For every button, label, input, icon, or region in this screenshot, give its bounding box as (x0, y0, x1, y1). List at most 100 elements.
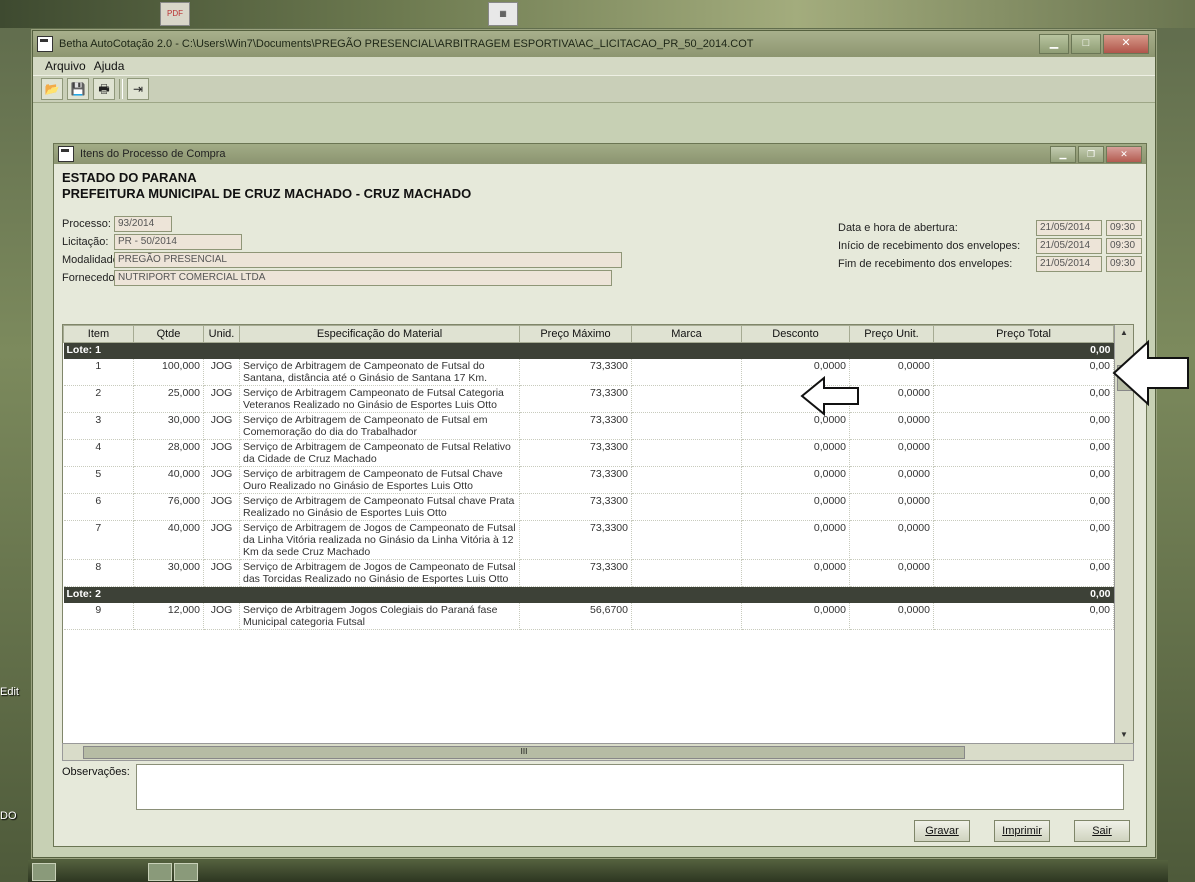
cell-max[interactable]: 73,3300 (519, 412, 632, 440)
cell-qtde[interactable]: 76,000 (133, 493, 204, 521)
cell-total[interactable]: 0,00 (933, 385, 1114, 413)
print-icon[interactable]: 🖶 (93, 78, 115, 100)
cell-marca[interactable] (631, 466, 742, 494)
cell-total[interactable]: 0,00 (933, 439, 1114, 467)
cell-desc[interactable]: 0,0000 (741, 493, 850, 521)
cell-unid[interactable]: JOG (203, 493, 240, 521)
col-preco-total[interactable]: Preço Total (933, 325, 1114, 343)
cell-item[interactable]: 6 (63, 493, 134, 521)
cell-unit[interactable]: 0,0000 (849, 412, 934, 440)
cell-desc[interactable]: 0,0000 (741, 559, 850, 587)
cell-total[interactable]: 0,00 (933, 520, 1114, 560)
cell-total[interactable]: 0,00 (933, 359, 1114, 386)
cell-unit[interactable]: 0,0000 (849, 520, 934, 560)
menu-ajuda[interactable]: Ajuda (94, 59, 125, 73)
cell-unid[interactable]: JOG (203, 412, 240, 440)
items-grid[interactable]: Item Qtde Unid. Especificação do Materia… (62, 324, 1134, 744)
cell-esp[interactable]: Serviço de Arbitragem Jogos Colegiais do… (239, 603, 520, 630)
lote-2-row[interactable]: Lote: 2 0,00 (63, 586, 1114, 603)
cell-desc[interactable]: 0,0000 (741, 439, 850, 467)
child-minimize-button[interactable]: ▁ (1050, 146, 1076, 163)
cell-item[interactable]: 8 (63, 559, 134, 587)
child-restore-button[interactable]: ❐ (1078, 146, 1104, 163)
cell-unit[interactable]: 0,0000 (849, 493, 934, 521)
grid-horizontal-scrollbar[interactable]: III (62, 743, 1134, 761)
cell-qtde[interactable]: 30,000 (133, 412, 204, 440)
cell-qtde[interactable]: 28,000 (133, 439, 204, 467)
cell-unid[interactable]: JOG (203, 603, 240, 630)
cell-item[interactable]: 9 (63, 603, 134, 630)
table-row[interactable]: 4 28,000 JOG Serviço de Arbitragem de Campe… (63, 439, 1114, 467)
cell-unid[interactable]: JOG (203, 385, 240, 413)
exit-door-icon[interactable]: ⇥ (127, 78, 149, 100)
gravar-button[interactable]: Gravar (914, 820, 970, 842)
cell-marca[interactable] (631, 520, 742, 560)
cell-max[interactable]: 73,3300 (519, 466, 632, 494)
col-preco-unit[interactable]: Preço Unit. (849, 325, 934, 343)
cell-item[interactable]: 1 (63, 359, 134, 386)
cell-unid[interactable]: JOG (203, 439, 240, 467)
col-desconto[interactable]: Desconto (741, 325, 850, 343)
cell-esp[interactable]: Serviço de Arbitragem de Campeonato Futs… (239, 493, 520, 521)
taskbar-button-1[interactable] (32, 863, 56, 881)
sair-button[interactable]: Sair (1074, 820, 1130, 842)
menu-arquivo[interactable]: Arquivo (45, 59, 86, 73)
col-marca[interactable]: Marca (631, 325, 742, 343)
cell-qtde[interactable]: 30,000 (133, 559, 204, 587)
maximize-button[interactable]: □ (1071, 34, 1101, 54)
save-icon[interactable]: 💾 (67, 78, 89, 100)
cell-desc[interactable]: 0,0000 (741, 412, 850, 440)
scroll-down-arrow-icon[interactable]: ▼ (1115, 727, 1133, 743)
cell-item[interactable]: 4 (63, 439, 134, 467)
col-preco-maximo[interactable]: Preço Máximo (519, 325, 632, 343)
cell-desc[interactable]: 0,0000 (741, 603, 850, 630)
table-row[interactable]: 9 12,000 JOG Serviço de Arbitragem Jogos Co… (63, 603, 1114, 630)
lote-1-row[interactable]: Lote: 1 0,00 (63, 342, 1114, 359)
cell-marca[interactable] (631, 493, 742, 521)
cell-max[interactable]: 73,3300 (519, 493, 632, 521)
cell-marca[interactable] (631, 359, 742, 386)
cell-esp[interactable]: Serviço de Arbitragem de Jogos de Campeo… (239, 559, 520, 587)
imprimir-button[interactable]: Imprimir (994, 820, 1050, 842)
cell-item[interactable]: 7 (63, 520, 134, 560)
cell-unid[interactable]: JOG (203, 520, 240, 560)
minimize-button[interactable]: ▁ (1039, 34, 1069, 54)
cell-max[interactable]: 73,3300 (519, 385, 632, 413)
cell-qtde[interactable]: 100,000 (133, 359, 204, 386)
cell-qtde[interactable]: 12,000 (133, 603, 204, 630)
cell-unid[interactable]: JOG (203, 466, 240, 494)
taskbar-button-2[interactable] (148, 863, 172, 881)
cell-esp[interactable]: Serviço de Arbitragem de Campeonato de F… (239, 359, 520, 386)
cell-unit[interactable]: 0,0000 (849, 359, 934, 386)
cell-unid[interactable]: JOG (203, 359, 240, 386)
cell-marca[interactable] (631, 603, 742, 630)
cell-item[interactable]: 5 (63, 466, 134, 494)
col-especificacao[interactable]: Especificação do Material (239, 325, 520, 343)
cell-qtde[interactable]: 40,000 (133, 466, 204, 494)
cell-marca[interactable] (631, 439, 742, 467)
cell-unit[interactable]: 0,0000 (849, 385, 934, 413)
cell-unit[interactable]: 0,0000 (849, 439, 934, 467)
col-qtde[interactable]: Qtde (133, 325, 204, 343)
cell-esp[interactable]: Serviço de Arbitragem Campeonato de Futs… (239, 385, 520, 413)
pdf-desktop-icon[interactable]: PDF (160, 2, 190, 26)
cell-esp[interactable]: Serviço de Arbitragem de Campeonato de F… (239, 412, 520, 440)
cell-qtde[interactable]: 25,000 (133, 385, 204, 413)
cell-esp[interactable]: Serviço de Arbitragem de Campeonato de F… (239, 439, 520, 467)
cell-desc[interactable]: 0,0000 (741, 520, 850, 560)
cell-esp[interactable]: Serviço de arbitragem de Campeonato de F… (239, 466, 520, 494)
table-row[interactable]: 5 40,000 JOG Serviço de arbitragem de Campe… (63, 466, 1114, 494)
taskbar-button-3[interactable] (174, 863, 198, 881)
table-row[interactable]: 3 30,000 JOG Serviço de Arbitragem de Campe… (63, 412, 1114, 440)
col-unid[interactable]: Unid. (203, 325, 240, 343)
cell-max[interactable]: 73,3300 (519, 359, 632, 386)
table-row[interactable]: 8 30,000 JOG Serviço de Arbitragem de Jogos… (63, 559, 1114, 587)
open-folder-icon[interactable]: 📂 (41, 78, 63, 100)
cell-qtde[interactable]: 40,000 (133, 520, 204, 560)
cell-marca[interactable] (631, 385, 742, 413)
cell-total[interactable]: 0,00 (933, 559, 1114, 587)
table-row[interactable]: 1 100,000 JOG Serviço de Arbitragem de Camp… (63, 359, 1114, 386)
cell-unit[interactable]: 0,0000 (849, 603, 934, 630)
cell-total[interactable]: 0,00 (933, 493, 1114, 521)
child-close-button[interactable]: ✕ (1106, 146, 1142, 163)
